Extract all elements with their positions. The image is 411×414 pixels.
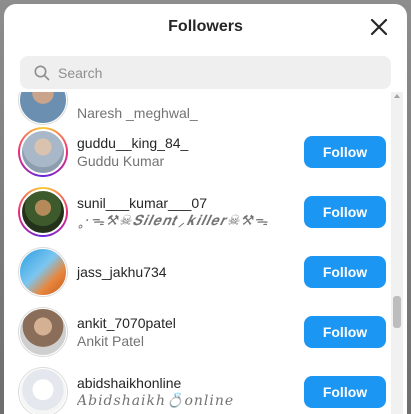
close-button[interactable] [367, 15, 391, 39]
avatar[interactable] [18, 247, 68, 297]
follower-info: jass_jakhu734 [77, 263, 304, 281]
dialog-header: Followers [4, 4, 407, 50]
follower-fullname: Abidshaikh💍online [77, 393, 235, 409]
search-icon [34, 65, 50, 80]
search-box[interactable] [20, 56, 391, 89]
close-icon [370, 18, 388, 36]
follower-info: ankit_7070patel Ankit Patel [77, 314, 304, 350]
follower-username[interactable]: sunil___kumar___07 [77, 194, 304, 212]
follow-button[interactable]: Follow [304, 136, 386, 168]
dialog-title: Followers [168, 18, 243, 35]
avatar[interactable] [18, 92, 68, 125]
follower-fullname: Ankit Patel [77, 333, 144, 349]
follow-button[interactable]: Follow [304, 376, 386, 408]
follower-info: abidshaikhonline Abidshaikh💍online [77, 374, 304, 410]
follower-fullname: ˳·ᯓ⚒☠𝑺𝒊𝒍𝒆𝒏𝒕⸝𝒌𝒊𝒍𝒍𝒆𝒓☠⚒ᯓ [77, 213, 269, 229]
follower-username[interactable]: ankit_7070patel [77, 314, 304, 332]
follower-username[interactable]: jass_jakhu734 [77, 263, 304, 281]
scroll-thumb[interactable] [393, 296, 401, 328]
avatar[interactable] [18, 127, 68, 177]
follower-fullname: Guddu Kumar [77, 153, 165, 169]
follower-username[interactable]: guddu__king_84_ [77, 134, 304, 152]
search-bar [4, 50, 407, 89]
list-item[interactable]: abidshaikhonline Abidshaikh💍online Follo… [4, 362, 391, 414]
follow-button[interactable]: Follow [304, 196, 386, 228]
follower-username[interactable]: abidshaikhonline [77, 374, 304, 392]
list-item[interactable]: ankit_7070patel Ankit Patel Follow [4, 302, 391, 362]
follow-button[interactable]: Follow [304, 256, 386, 288]
followers-dialog: Followers Naresh _meghwal_ [4, 4, 407, 414]
list-item[interactable]: jass_jakhu734 Follow [4, 242, 391, 302]
avatar[interactable] [18, 367, 68, 414]
follower-fullname: Naresh _meghwal_ [77, 105, 198, 121]
scroll-up-arrow-icon[interactable] [394, 94, 400, 98]
followers-list: Naresh _meghwal_ guddu__king_84_ Guddu K… [4, 92, 407, 414]
follower-info: Naresh _meghwal_ [77, 104, 304, 122]
search-input[interactable] [58, 64, 377, 81]
list-item[interactable]: guddu__king_84_ Guddu Kumar Follow [4, 122, 391, 182]
avatar[interactable] [18, 307, 68, 357]
list-scrollbar[interactable] [391, 92, 403, 414]
follower-info: guddu__king_84_ Guddu Kumar [77, 134, 304, 170]
list-item[interactable]: sunil___kumar___07 ˳·ᯓ⚒☠𝑺𝒊𝒍𝒆𝒏𝒕⸝𝒌𝒊𝒍𝒍𝒆𝒓☠⚒ᯓ… [4, 182, 391, 242]
follower-info: sunil___kumar___07 ˳·ᯓ⚒☠𝑺𝒊𝒍𝒆𝒏𝒕⸝𝒌𝒊𝒍𝒍𝒆𝒓☠⚒ᯓ [77, 194, 304, 230]
follow-button[interactable]: Follow [304, 316, 386, 348]
avatar[interactable] [18, 187, 68, 237]
